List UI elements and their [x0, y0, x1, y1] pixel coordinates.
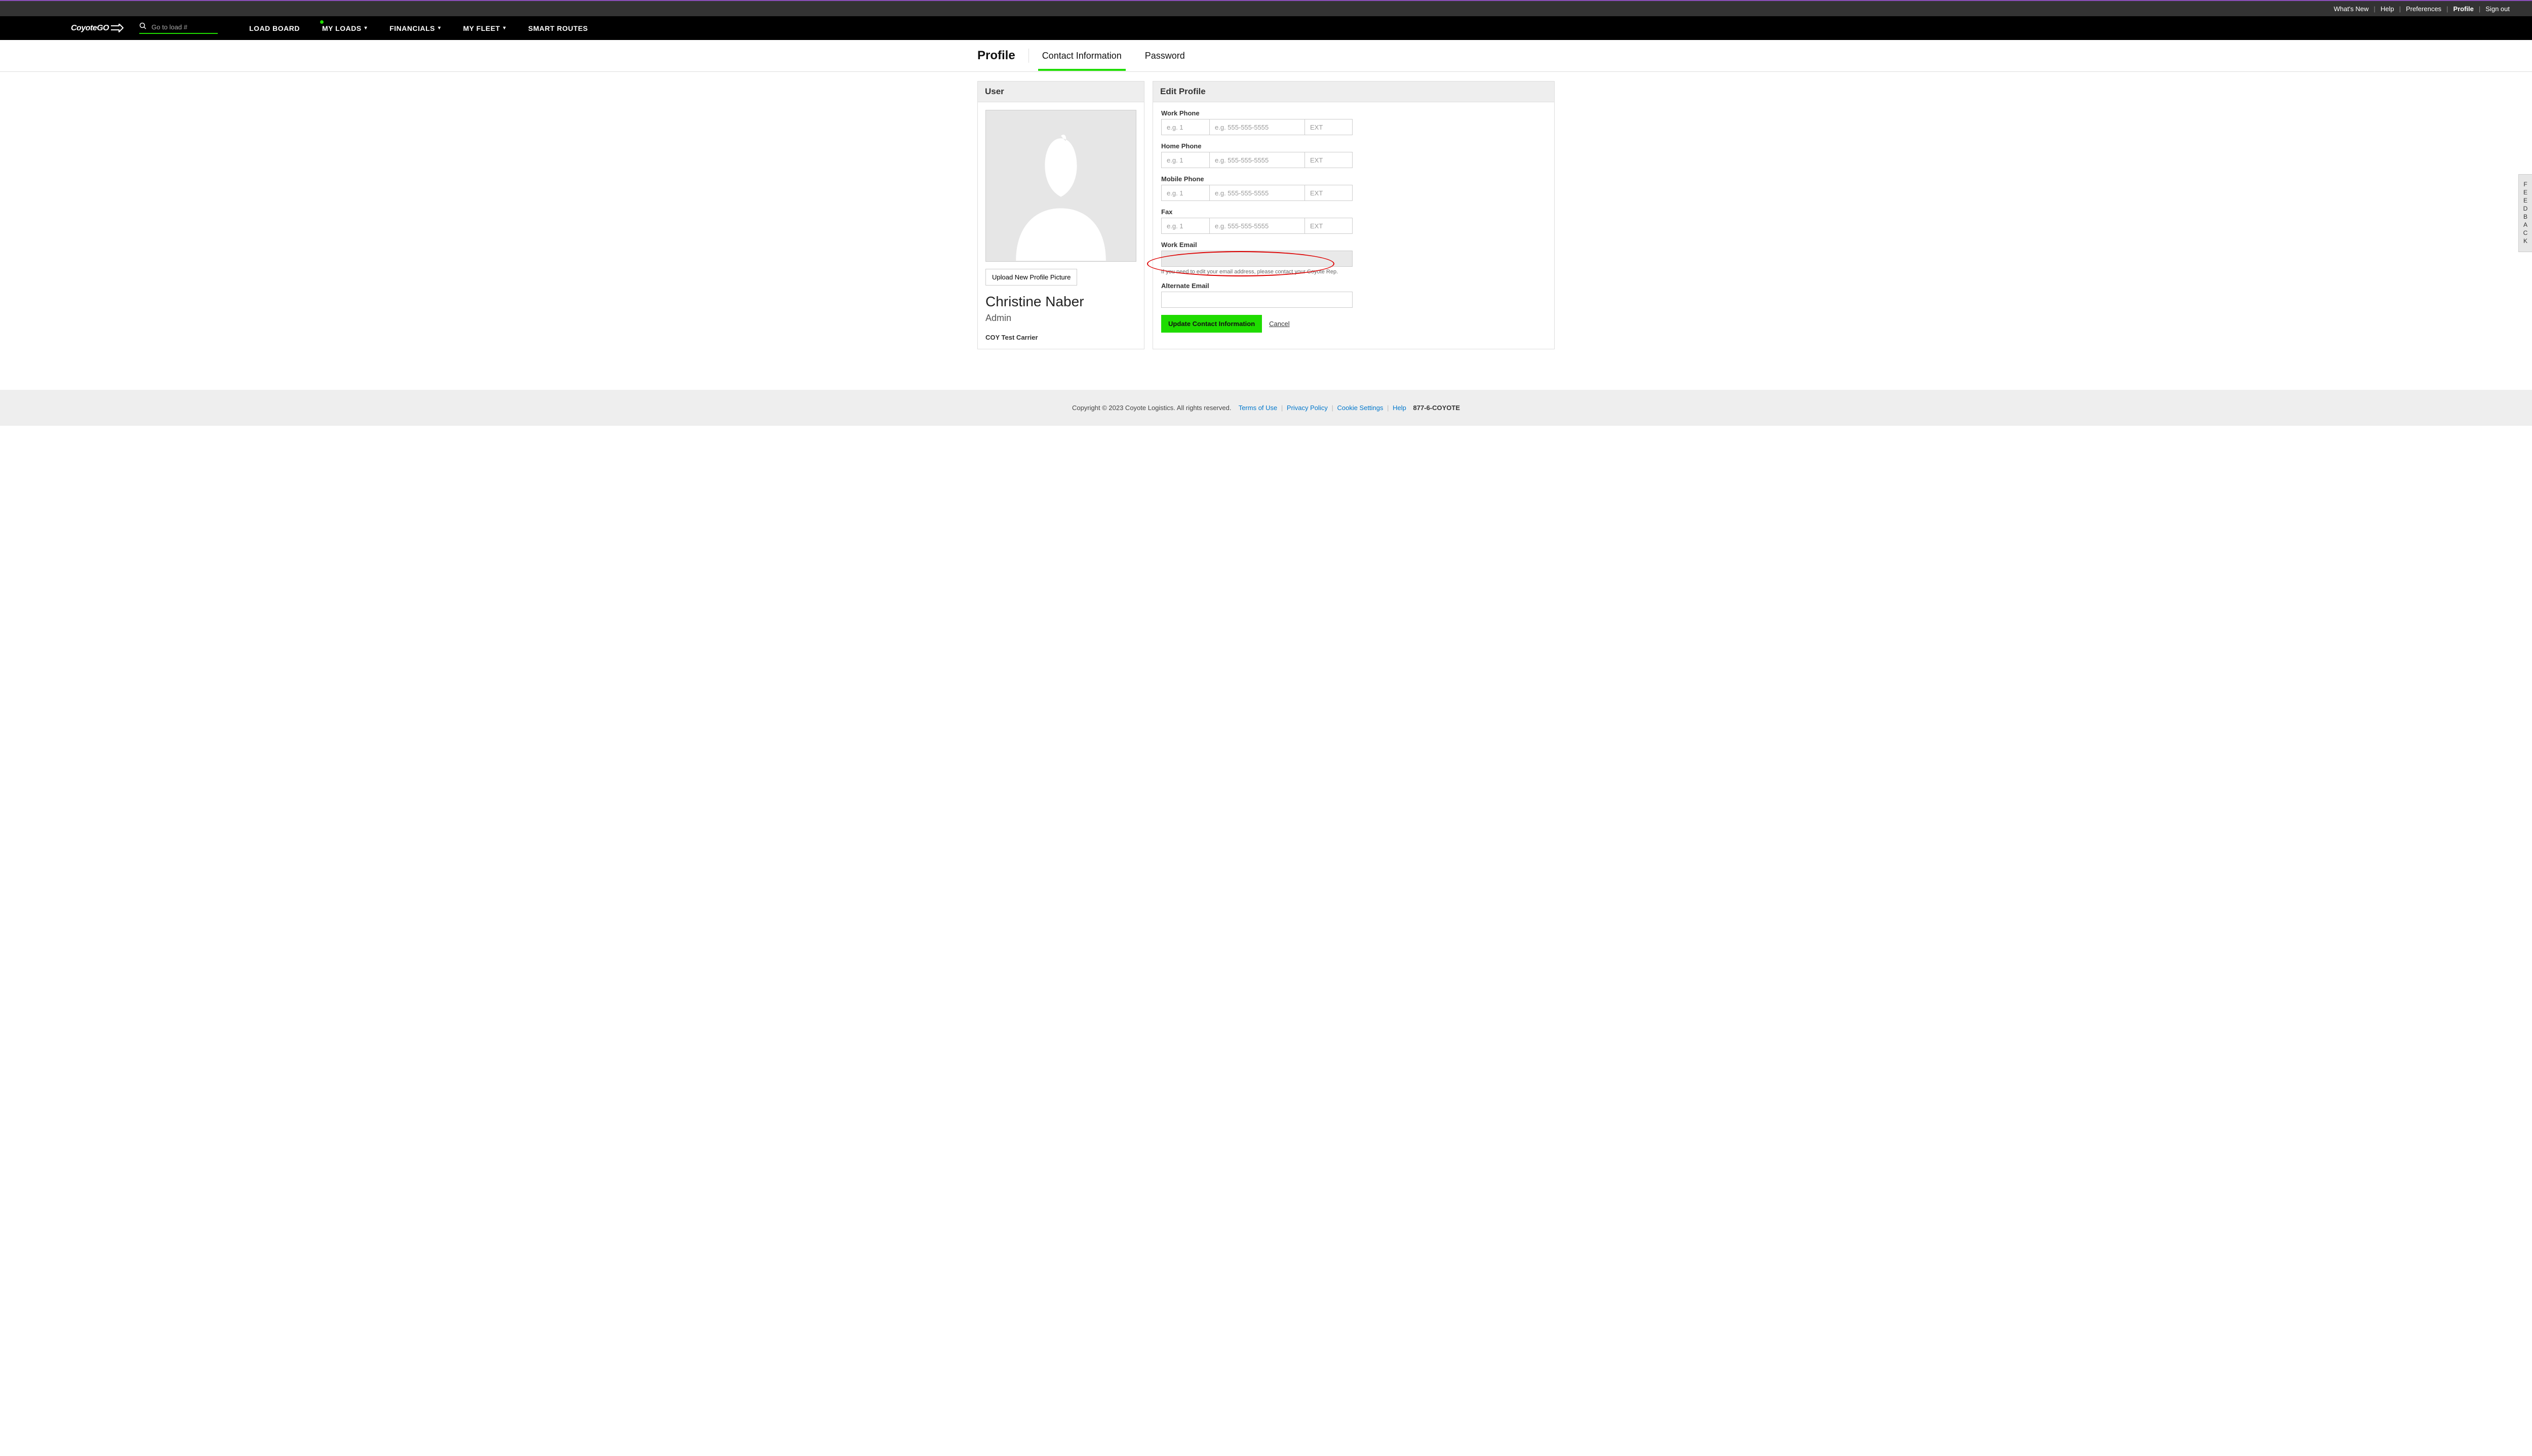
logo-arrow-icon	[110, 24, 124, 33]
footer-privacy[interactable]: Privacy Policy	[1287, 404, 1328, 412]
nav-financials-label: FINANCIALS	[389, 24, 435, 32]
fax-number-input[interactable]	[1210, 218, 1305, 234]
home-phone-countrycode-input[interactable]	[1161, 152, 1210, 168]
avatar	[985, 110, 1136, 262]
tab-password[interactable]: Password	[1145, 42, 1185, 70]
mobile-phone-ext-input[interactable]	[1305, 185, 1353, 201]
notification-dot-icon	[320, 20, 324, 24]
footer-sep: |	[1329, 404, 1335, 412]
work-email-input	[1161, 251, 1353, 267]
nav-my-fleet-label: MY FLEET	[463, 24, 500, 32]
chevron-down-icon: ▾	[365, 25, 368, 31]
subnav-separator	[1028, 49, 1029, 63]
home-phone-number-input[interactable]	[1210, 152, 1305, 168]
user-company: COY Test Carrier	[985, 334, 1136, 341]
home-phone-label: Home Phone	[1161, 142, 1546, 150]
mobile-phone-label: Mobile Phone	[1161, 175, 1546, 183]
user-panel: User Upload New Profile Picture Christin…	[977, 81, 1144, 349]
user-role: Admin	[985, 313, 1136, 323]
fax-ext-input[interactable]	[1305, 218, 1353, 234]
feedback-tab[interactable]: FEEDBACK	[2518, 174, 2532, 252]
mobile-phone-countrycode-input[interactable]	[1161, 185, 1210, 201]
nav-my-loads-label: MY LOADS	[322, 24, 362, 32]
edit-panel-header: Edit Profile	[1153, 82, 1554, 102]
footer-terms[interactable]: Terms of Use	[1239, 404, 1278, 412]
util-preferences[interactable]: Preferences	[2404, 5, 2443, 13]
edit-profile-panel: Edit Profile Work Phone Home Phone	[1153, 81, 1555, 349]
home-phone-ext-input[interactable]	[1305, 152, 1353, 168]
update-button[interactable]: Update Contact Information	[1161, 315, 1262, 333]
alt-email-input[interactable]	[1161, 292, 1353, 308]
tab-contact-information[interactable]: Contact Information	[1042, 42, 1122, 70]
util-sep: |	[2443, 5, 2451, 13]
work-email-label: Work Email	[1161, 241, 1546, 249]
work-phone-number-input[interactable]	[1210, 119, 1305, 135]
load-search[interactable]	[139, 22, 218, 34]
mobile-phone-number-input[interactable]	[1210, 185, 1305, 201]
footer-help[interactable]: Help	[1393, 404, 1406, 412]
util-signout[interactable]: Sign out	[2483, 5, 2512, 13]
logo-text: CoyoteGO	[71, 24, 109, 33]
footer-sep: |	[1279, 404, 1285, 412]
util-whats-new[interactable]: What's New	[2331, 5, 2370, 13]
chevron-down-icon: ▾	[438, 25, 441, 31]
page-title: Profile	[977, 49, 1015, 63]
work-email-hint: If you need to edit your email address, …	[1161, 269, 1546, 275]
nav-my-fleet[interactable]: MY FLEET ▾	[452, 16, 518, 40]
fax-countrycode-input[interactable]	[1161, 218, 1210, 234]
user-panel-header: User	[978, 82, 1144, 102]
work-phone-label: Work Phone	[1161, 109, 1546, 117]
cancel-link[interactable]: Cancel	[1269, 320, 1289, 328]
search-icon	[139, 22, 146, 32]
work-phone-countrycode-input[interactable]	[1161, 119, 1210, 135]
util-sep: |	[2396, 5, 2404, 13]
nav-financials[interactable]: FINANCIALS ▾	[378, 16, 452, 40]
alt-email-label: Alternate Email	[1161, 282, 1546, 290]
fax-label: Fax	[1161, 208, 1546, 216]
user-name: Christine Naber	[985, 294, 1136, 310]
nav-smart-routes[interactable]: SMART ROUTES	[517, 16, 599, 40]
load-search-input[interactable]	[151, 23, 212, 31]
footer-copyright: Copyright © 2023 Coyote Logistics. All r…	[1072, 404, 1232, 412]
util-sep: |	[2476, 5, 2483, 13]
footer-phone: 877-6-COYOTE	[1413, 404, 1460, 412]
upload-picture-button[interactable]: Upload New Profile Picture	[985, 269, 1077, 286]
footer-sep: |	[1385, 404, 1391, 412]
nav-my-loads[interactable]: MY LOADS ▾	[311, 16, 378, 40]
chevron-down-icon: ▾	[503, 25, 506, 31]
util-help[interactable]: Help	[2379, 5, 2396, 13]
nav-load-board[interactable]: LOAD BOARD	[238, 16, 311, 40]
footer-cookie[interactable]: Cookie Settings	[1337, 404, 1383, 412]
logo[interactable]: CoyoteGO	[71, 24, 124, 33]
util-sep: |	[2370, 5, 2378, 13]
util-profile[interactable]: Profile	[2451, 5, 2475, 13]
work-phone-ext-input[interactable]	[1305, 119, 1353, 135]
